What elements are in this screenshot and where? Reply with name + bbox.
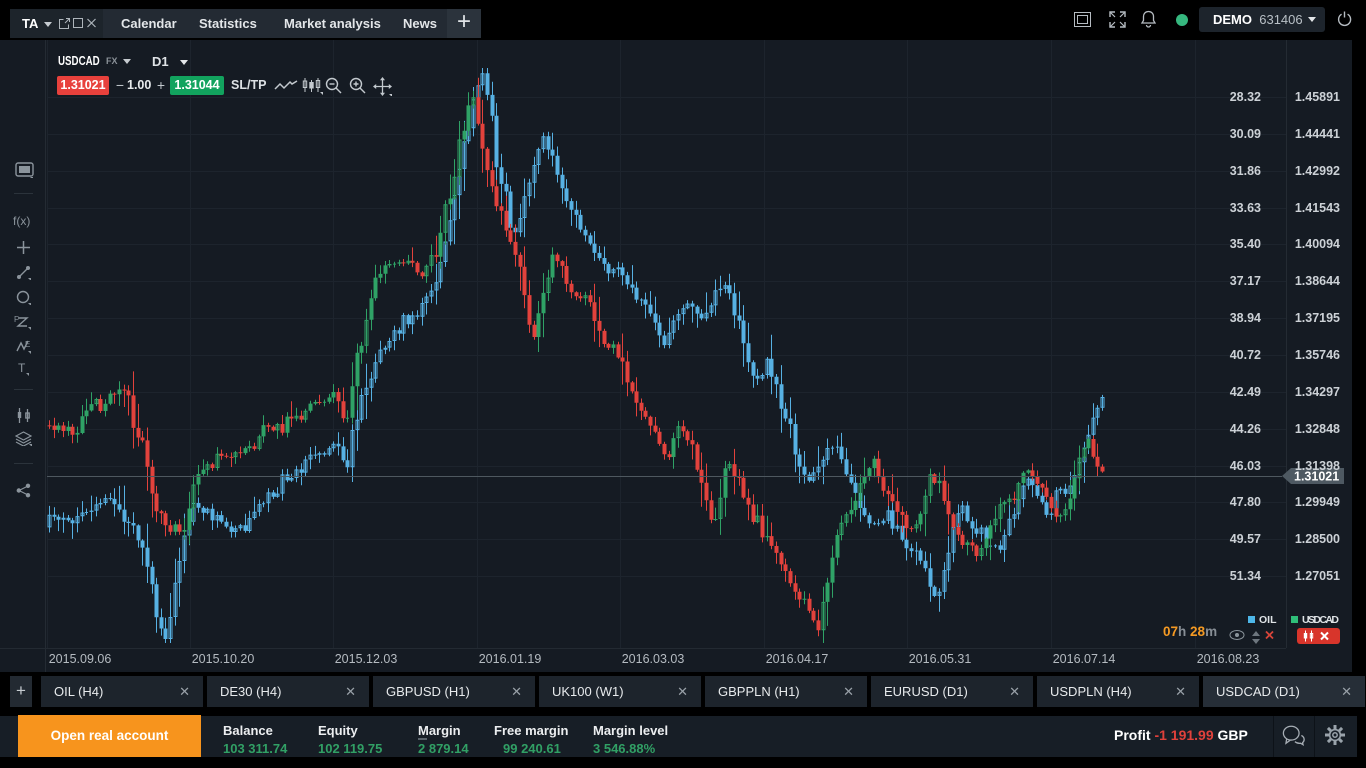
svg-text:1.35746: 1.35746 <box>1295 348 1340 362</box>
svg-text:1.41543: 1.41543 <box>1295 201 1340 215</box>
svg-text:1.31398: 1.31398 <box>1295 459 1340 473</box>
svg-text:51.34: 51.34 <box>1230 569 1261 583</box>
svg-text:49.57: 49.57 <box>1230 532 1261 546</box>
svg-text:2016.04.17: 2016.04.17 <box>766 652 829 666</box>
svg-text:2015.12.03: 2015.12.03 <box>335 652 398 666</box>
svg-text:OIL: OIL <box>1259 614 1277 626</box>
svg-text:30.09: 30.09 <box>1230 127 1261 141</box>
svg-text:USDCAD: USDCAD <box>1302 614 1339 626</box>
svg-text:07h 28m: 07h 28m <box>1163 624 1217 639</box>
svg-text:1.45891: 1.45891 <box>1295 90 1340 104</box>
svg-text:1.28500: 1.28500 <box>1295 532 1340 546</box>
svg-text:33.63: 33.63 <box>1230 201 1261 215</box>
svg-text:1.34297: 1.34297 <box>1295 385 1340 399</box>
svg-text:35.40: 35.40 <box>1230 237 1261 251</box>
svg-text:44.26: 44.26 <box>1230 422 1261 436</box>
svg-text:1.37195: 1.37195 <box>1295 311 1340 325</box>
svg-text:47.80: 47.80 <box>1230 495 1261 509</box>
svg-text:2016.08.23: 2016.08.23 <box>1197 652 1260 666</box>
svg-text:2015.10.20: 2015.10.20 <box>192 652 255 666</box>
svg-text:1.38644: 1.38644 <box>1295 274 1340 288</box>
svg-text:2016.07.14: 2016.07.14 <box>1053 652 1116 666</box>
svg-text:2015.09.06: 2015.09.06 <box>49 652 112 666</box>
svg-text:1.29949: 1.29949 <box>1295 495 1340 509</box>
svg-text:2016.05.31: 2016.05.31 <box>909 652 972 666</box>
svg-text:46.03: 46.03 <box>1230 459 1261 473</box>
svg-text:28.32: 28.32 <box>1230 90 1261 104</box>
svg-text:37.17: 37.17 <box>1230 274 1261 288</box>
svg-text:38.94: 38.94 <box>1230 311 1261 325</box>
svg-text:2016.01.19: 2016.01.19 <box>479 652 542 666</box>
svg-text:1.27051: 1.27051 <box>1295 569 1340 583</box>
svg-text:1.40094: 1.40094 <box>1295 237 1340 251</box>
svg-text:2016.03.03: 2016.03.03 <box>622 652 685 666</box>
svg-text:40.72: 40.72 <box>1230 348 1261 362</box>
svg-text:1.42992: 1.42992 <box>1295 164 1340 178</box>
svg-text:42.49: 42.49 <box>1230 385 1261 399</box>
svg-text:1.32848: 1.32848 <box>1295 422 1340 436</box>
svg-text:31.86: 31.86 <box>1230 164 1261 178</box>
svg-text:1.44441: 1.44441 <box>1295 127 1340 141</box>
